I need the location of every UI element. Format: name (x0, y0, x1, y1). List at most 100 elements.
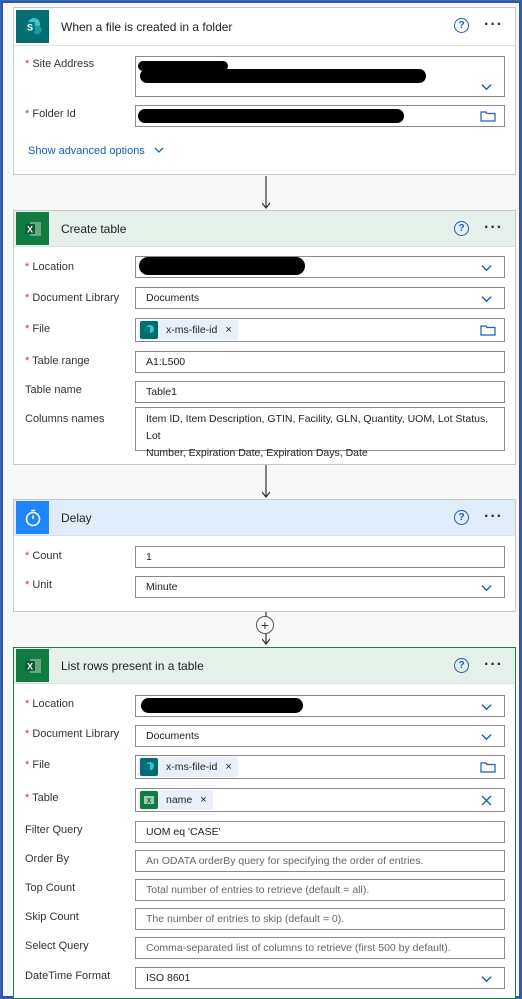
top-count-input[interactable]: Total number of entries to retrieve (def… (135, 879, 505, 901)
dynamic-content-token[interactable]: X name × (138, 790, 213, 810)
sharepoint-icon (140, 758, 158, 776)
document-library-select[interactable]: Documents (135, 725, 505, 747)
flow-canvas: S When a file is created in a folder ? ·… (1, 1, 521, 999)
remove-token-icon[interactable]: × (200, 794, 206, 806)
chevron-down-icon[interactable] (481, 973, 492, 984)
excel-icon: X (16, 649, 49, 682)
columns-line-1: Item ID, Item Description, GTIN, Facilit… (146, 413, 489, 442)
table-range-label: * Table range (25, 355, 90, 367)
site-address-field[interactable] (135, 56, 505, 97)
columns-names-label: Columns names (25, 413, 105, 425)
datetime-format-label: DateTime Format (25, 970, 111, 982)
folder-icon[interactable] (480, 324, 496, 336)
help-icon[interactable]: ? (454, 221, 469, 236)
datetime-format-select[interactable]: ISO 8601 (135, 967, 505, 989)
dynamic-content-token[interactable]: x-ms-file-id × (138, 757, 238, 777)
chevron-down-icon[interactable] (481, 293, 492, 304)
order-by-input[interactable]: An ODATA orderBy query for specifying th… (135, 850, 505, 872)
add-step-button[interactable]: + (256, 616, 274, 634)
folder-id-label: * Folder Id (25, 108, 76, 120)
top-count-label: Top Count (25, 882, 76, 894)
more-icon[interactable]: ··· (484, 656, 503, 674)
dynamic-content-token[interactable]: x-ms-file-id × (138, 320, 238, 340)
redacted-text (140, 69, 426, 83)
redacted-text (139, 257, 305, 275)
trigger-title: When a file is created in a folder (61, 19, 233, 34)
filter-query-input[interactable]: UOM eq 'CASE' (135, 821, 505, 843)
show-advanced-options-link[interactable]: Show advanced options (28, 145, 164, 157)
order-by-label: Order By (25, 853, 70, 865)
count-label: * Count (25, 550, 62, 562)
file-field[interactable]: x-ms-file-id × (135, 318, 505, 342)
trigger-card[interactable]: S When a file is created in a folder ? ·… (13, 7, 516, 175)
chevron-down-icon[interactable] (481, 81, 492, 92)
document-library-label: * Document Library (25, 292, 120, 304)
trigger-header[interactable]: S When a file is created in a folder ? ·… (14, 8, 515, 46)
file-label: * File (25, 759, 51, 771)
location-label: * Location (25, 261, 74, 273)
redacted-text (141, 698, 303, 713)
create-table-card[interactable]: X Create table ? ··· * Location * Docume… (13, 210, 516, 465)
columns-names-input[interactable]: Item ID, Item Description, GTIN, Facilit… (135, 407, 505, 459)
folder-id-field[interactable] (135, 105, 505, 127)
list-rows-header[interactable]: X List rows present in a table ? ··· (14, 648, 515, 684)
excel-icon: X (16, 212, 49, 245)
help-icon[interactable]: ? (454, 18, 469, 33)
more-icon[interactable]: ··· (484, 219, 503, 237)
folder-icon[interactable] (480, 761, 496, 773)
skip-count-input[interactable]: The number of entries to skip (default =… (135, 908, 505, 930)
select-query-label: Select Query (25, 940, 89, 952)
chevron-down-icon (154, 147, 164, 153)
document-library-label: * Document Library (25, 728, 120, 740)
sharepoint-icon (140, 321, 158, 339)
skip-count-label: Skip Count (25, 911, 79, 923)
location-label: * Location (25, 698, 74, 710)
location-field[interactable] (135, 695, 505, 717)
location-field[interactable] (135, 256, 505, 278)
table-range-input[interactable]: A1:L500 (135, 351, 505, 373)
more-icon[interactable]: ··· (484, 16, 503, 34)
create-table-title: Create table (61, 221, 127, 236)
svg-text:X: X (26, 661, 32, 671)
site-address-label: * Site Address (25, 58, 95, 70)
unit-label: * Unit (25, 579, 52, 591)
redacted-text (138, 109, 404, 123)
clear-icon[interactable] (481, 795, 492, 806)
table-name-label: Table name (25, 384, 82, 396)
help-icon[interactable]: ? (454, 658, 469, 673)
count-input[interactable]: 1 (135, 546, 505, 568)
excel-icon: X (140, 791, 158, 809)
create-table-header[interactable]: X Create table ? ··· (14, 211, 515, 247)
delay-card[interactable]: Delay ? ··· * Count 1 * Unit Minute (13, 499, 516, 612)
filter-query-label: Filter Query (25, 824, 83, 836)
svg-text:X: X (147, 798, 152, 805)
svg-text:S: S (26, 22, 32, 32)
delay-title: Delay (61, 510, 92, 525)
document-library-select[interactable]: Documents (135, 287, 505, 309)
svg-text:X: X (26, 224, 32, 234)
chevron-down-icon[interactable] (481, 582, 492, 593)
table-name-input[interactable]: Table1 (135, 381, 505, 403)
timer-icon (16, 501, 49, 534)
table-label: * Table (25, 792, 59, 804)
unit-select[interactable]: Minute (135, 576, 505, 598)
more-icon[interactable]: ··· (484, 508, 503, 526)
list-rows-title: List rows present in a table (61, 658, 204, 673)
help-icon[interactable]: ? (454, 510, 469, 525)
list-rows-card[interactable]: X List rows present in a table ? ··· * L… (13, 647, 516, 999)
flow-arrow (262, 465, 270, 498)
chevron-down-icon[interactable] (481, 701, 492, 712)
remove-token-icon[interactable]: × (225, 761, 231, 773)
sharepoint-icon: S (16, 10, 49, 43)
file-label: * File (25, 323, 51, 335)
remove-token-icon[interactable]: × (225, 324, 231, 336)
delay-header[interactable]: Delay ? ··· (14, 500, 515, 536)
folder-icon[interactable] (480, 110, 496, 122)
select-query-input[interactable]: Comma-separated list of columns to retri… (135, 937, 505, 959)
chevron-down-icon[interactable] (481, 731, 492, 742)
file-field[interactable]: x-ms-file-id × (135, 755, 505, 779)
columns-line-2: Number, Expiration Date, Expiration Days… (146, 447, 368, 459)
table-field[interactable]: X name × (135, 788, 505, 812)
flow-arrow (262, 176, 270, 209)
chevron-down-icon[interactable] (481, 262, 492, 273)
